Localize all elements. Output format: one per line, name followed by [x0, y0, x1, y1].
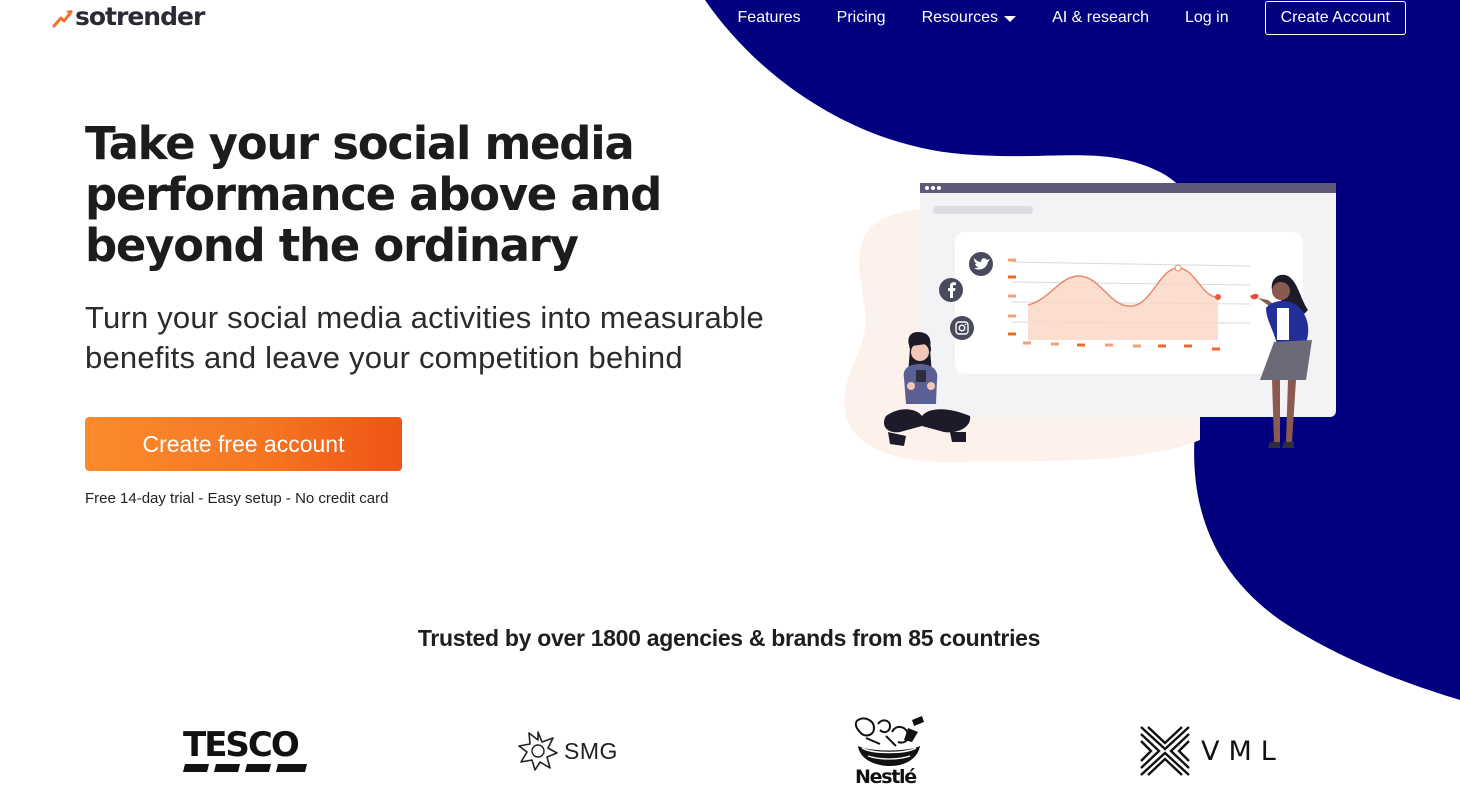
chevron-down-icon — [1004, 16, 1017, 22]
instagram-icon — [950, 316, 974, 340]
main-nav: Features Pricing Resources AI & research… — [738, 0, 1406, 36]
nav-resources[interactable]: Resources — [921, 9, 1017, 27]
nestle-wordmark: Nestlé — [855, 766, 917, 788]
nestle-nest-icon — [854, 716, 924, 766]
create-free-account-button[interactable]: Create free account — [85, 417, 402, 471]
tesco-stripes — [183, 764, 307, 772]
twitter-icon — [969, 252, 993, 276]
nav-pricing[interactable]: Pricing — [837, 9, 886, 27]
trend-arrow-icon — [52, 9, 73, 27]
nav-features[interactable]: Features — [738, 9, 801, 27]
smg-logo: SMG — [517, 729, 618, 773]
hero-title: Take your social media performance above… — [85, 117, 662, 272]
tesco-wordmark: TESCO — [183, 725, 300, 765]
vml-wordmark: VML — [1201, 735, 1285, 767]
nav-resources-label: Resources — [921, 9, 999, 26]
trusted-headline: Trusted by over 1800 agencies & brands f… — [417, 625, 1041, 651]
nav-ai-research[interactable]: AI & research — [1052, 9, 1149, 27]
facebook-icon — [939, 278, 963, 302]
vml-logo: VML — [1139, 725, 1285, 777]
hero-subtitle: Turn your social media activities into m… — [85, 300, 764, 375]
vml-x-icon — [1140, 726, 1190, 776]
tesco-logo: TESCO — [183, 727, 309, 773]
trial-note: Free 14-day trial - Easy setup - No cred… — [85, 490, 389, 507]
nav-login[interactable]: Log in — [1185, 9, 1229, 27]
dashboard-illustration — [844, 183, 1336, 463]
smg-wordmark: SMG — [564, 737, 618, 764]
smg-star-icon — [518, 731, 558, 771]
nestle-logo: Nestlé — [850, 714, 928, 788]
logo-text: sotrender — [75, 1, 205, 31]
sotrender-logo[interactable]: sotrender — [52, 0, 205, 32]
create-account-button[interactable]: Create Account — [1264, 1, 1406, 35]
